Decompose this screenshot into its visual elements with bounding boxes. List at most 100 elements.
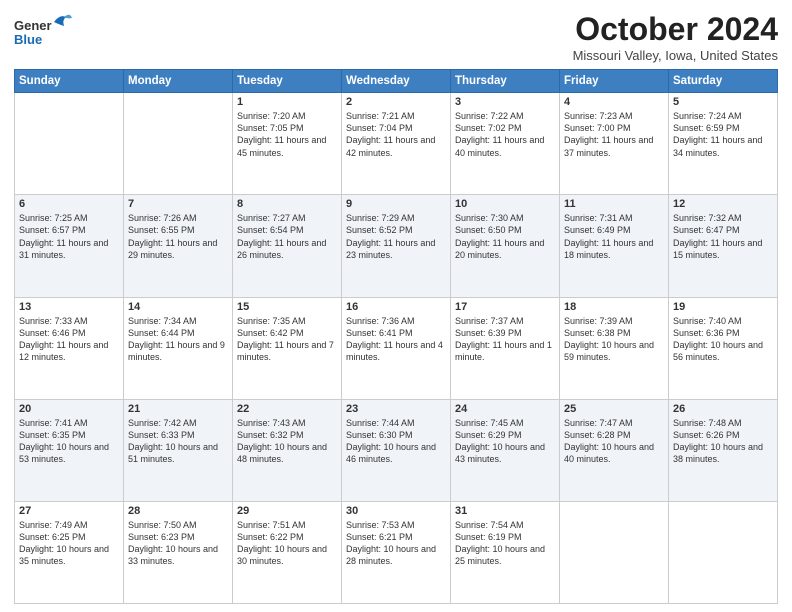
cell-details: Sunrise: 7:37 AMSunset: 6:39 PMDaylight:… xyxy=(455,315,555,364)
cell-details: Sunrise: 7:49 AMSunset: 6:25 PMDaylight:… xyxy=(19,519,119,568)
day-number: 15 xyxy=(237,301,337,313)
calendar-cell: 24 Sunrise: 7:45 AMSunset: 6:29 PMDayligh… xyxy=(451,399,560,501)
calendar-table: SundayMondayTuesdayWednesdayThursdayFrid… xyxy=(14,69,778,604)
day-number: 2 xyxy=(346,96,446,108)
day-number: 23 xyxy=(346,403,446,415)
day-number: 16 xyxy=(346,301,446,313)
calendar-cell: 31Sunrise: 7:54 AMSunset: 6:19 PMDayligh… xyxy=(451,501,560,603)
page: General Blue October 2024 Missouri Valle… xyxy=(0,0,792,612)
day-number: 30 xyxy=(346,505,446,517)
calendar-cell: 22 Sunrise: 7:43 AMSunset: 6:32 PMDayligh… xyxy=(233,399,342,501)
calendar-cell: 7 Sunrise: 7:26 AMSunset: 6:55 PMDaylight… xyxy=(124,195,233,297)
cell-details: Sunrise: 7:45 AMSunset: 6:29 PMDaylight:… xyxy=(455,417,555,466)
day-header-thursday: Thursday xyxy=(451,70,560,93)
cell-details: Sunrise: 7:50 AMSunset: 6:23 PMDaylight:… xyxy=(128,519,228,568)
cell-details: Sunrise: 7:30 AMSunset: 6:50 PMDaylight:… xyxy=(455,212,555,261)
day-number: 5 xyxy=(673,96,773,108)
cell-details: Sunrise: 7:29 AMSunset: 6:52 PMDaylight:… xyxy=(346,212,446,261)
day-number: 19 xyxy=(673,301,773,313)
day-number: 3 xyxy=(455,96,555,108)
day-number: 28 xyxy=(128,505,228,517)
cell-details: Sunrise: 7:24 AMSunset: 6:59 PMDaylight:… xyxy=(673,110,773,159)
cell-details: Sunrise: 7:33 AMSunset: 6:46 PMDaylight:… xyxy=(19,315,119,364)
day-number: 24 xyxy=(455,403,555,415)
calendar-cell: 5 Sunrise: 7:24 AMSunset: 6:59 PMDaylight… xyxy=(669,93,778,195)
location: Missouri Valley, Iowa, United States xyxy=(573,48,778,63)
cell-details: Sunrise: 7:43 AMSunset: 6:32 PMDaylight:… xyxy=(237,417,337,466)
day-header-monday: Monday xyxy=(124,70,233,93)
day-number: 8 xyxy=(237,198,337,210)
cell-details: Sunrise: 7:31 AMSunset: 6:49 PMDaylight:… xyxy=(564,212,664,261)
calendar-cell: 8 Sunrise: 7:27 AMSunset: 6:54 PMDaylight… xyxy=(233,195,342,297)
day-number: 18 xyxy=(564,301,664,313)
logo-bird-icon xyxy=(52,12,72,32)
cell-details: Sunrise: 7:25 AMSunset: 6:57 PMDaylight:… xyxy=(19,212,119,261)
day-number: 6 xyxy=(19,198,119,210)
calendar-cell: 27 Sunrise: 7:49 AMSunset: 6:25 PMDayligh… xyxy=(15,501,124,603)
day-number: 25 xyxy=(564,403,664,415)
calendar-cell: 3Sunrise: 7:22 AMSunset: 7:02 PMDaylight… xyxy=(451,93,560,195)
day-header-saturday: Saturday xyxy=(669,70,778,93)
calendar-cell: 16 Sunrise: 7:36 AMSunset: 6:41 PMDayligh… xyxy=(342,297,451,399)
calendar-cell: 9 Sunrise: 7:29 AMSunset: 6:52 PMDaylight… xyxy=(342,195,451,297)
calendar-cell: 20 Sunrise: 7:41 AMSunset: 6:35 PMDayligh… xyxy=(15,399,124,501)
calendar-cell: 12Sunrise: 7:32 AMSunset: 6:47 PMDayligh… xyxy=(669,195,778,297)
day-number: 9 xyxy=(346,198,446,210)
cell-details: Sunrise: 7:41 AMSunset: 6:35 PMDaylight:… xyxy=(19,417,119,466)
calendar-cell: 11Sunrise: 7:31 AMSunset: 6:49 PMDayligh… xyxy=(560,195,669,297)
calendar-cell xyxy=(124,93,233,195)
cell-details: Sunrise: 7:27 AMSunset: 6:54 PMDaylight:… xyxy=(237,212,337,261)
calendar-cell: 14Sunrise: 7:34 AMSunset: 6:44 PMDayligh… xyxy=(124,297,233,399)
calendar-cell: 26 Sunrise: 7:48 AMSunset: 6:26 PMDayligh… xyxy=(669,399,778,501)
calendar-cell: 28 Sunrise: 7:50 AMSunset: 6:23 PMDayligh… xyxy=(124,501,233,603)
day-number: 22 xyxy=(237,403,337,415)
cell-details: Sunrise: 7:44 AMSunset: 6:30 PMDaylight:… xyxy=(346,417,446,466)
day-number: 13 xyxy=(19,301,119,313)
day-number: 17 xyxy=(455,301,555,313)
cell-details: Sunrise: 7:21 AMSunset: 7:04 PMDaylight:… xyxy=(346,110,446,159)
calendar-cell: 2 Sunrise: 7:21 AMSunset: 7:04 PMDaylight… xyxy=(342,93,451,195)
calendar-cell: 15Sunrise: 7:35 AMSunset: 6:42 PMDayligh… xyxy=(233,297,342,399)
calendar-cell: 19Sunrise: 7:40 AMSunset: 6:36 PMDayligh… xyxy=(669,297,778,399)
day-number: 4 xyxy=(564,96,664,108)
cell-details: Sunrise: 7:48 AMSunset: 6:26 PMDaylight:… xyxy=(673,417,773,466)
day-number: 26 xyxy=(673,403,773,415)
cell-details: Sunrise: 7:34 AMSunset: 6:44 PMDaylight:… xyxy=(128,315,228,364)
cell-details: Sunrise: 7:47 AMSunset: 6:28 PMDaylight:… xyxy=(564,417,664,466)
calendar-cell: 6 Sunrise: 7:25 AMSunset: 6:57 PMDaylight… xyxy=(15,195,124,297)
calendar-cell xyxy=(560,501,669,603)
cell-details: Sunrise: 7:53 AMSunset: 6:21 PMDaylight:… xyxy=(346,519,446,568)
cell-details: Sunrise: 7:39 AMSunset: 6:38 PMDaylight:… xyxy=(564,315,664,364)
header: General Blue October 2024 Missouri Valle… xyxy=(14,12,778,63)
calendar-cell: 1Sunrise: 7:20 AMSunset: 7:05 PMDaylight… xyxy=(233,93,342,195)
day-number: 21 xyxy=(128,403,228,415)
cell-details: Sunrise: 7:23 AMSunset: 7:00 PMDaylight:… xyxy=(564,110,664,159)
day-number: 7 xyxy=(128,198,228,210)
month-title: October 2024 xyxy=(573,12,778,47)
calendar-cell xyxy=(669,501,778,603)
day-header-friday: Friday xyxy=(560,70,669,93)
calendar-cell: 4 Sunrise: 7:23 AMSunset: 7:00 PMDaylight… xyxy=(560,93,669,195)
calendar-cell: 17 Sunrise: 7:37 AMSunset: 6:39 PMDayligh… xyxy=(451,297,560,399)
calendar-cell: 18 Sunrise: 7:39 AMSunset: 6:38 PMDayligh… xyxy=(560,297,669,399)
day-number: 27 xyxy=(19,505,119,517)
day-number: 10 xyxy=(455,198,555,210)
day-header-wednesday: Wednesday xyxy=(342,70,451,93)
logo-icon: General Blue xyxy=(14,12,52,50)
day-header-sunday: Sunday xyxy=(15,70,124,93)
cell-details: Sunrise: 7:51 AMSunset: 6:22 PMDaylight:… xyxy=(237,519,337,568)
calendar-cell: 23 Sunrise: 7:44 AMSunset: 6:30 PMDayligh… xyxy=(342,399,451,501)
svg-text:Blue: Blue xyxy=(14,32,42,47)
cell-details: Sunrise: 7:54 AMSunset: 6:19 PMDaylight:… xyxy=(455,519,555,568)
svg-text:General: General xyxy=(14,18,52,33)
calendar-cell: 29 Sunrise: 7:51 AMSunset: 6:22 PMDayligh… xyxy=(233,501,342,603)
calendar-cell: 25 Sunrise: 7:47 AMSunset: 6:28 PMDayligh… xyxy=(560,399,669,501)
day-number: 29 xyxy=(237,505,337,517)
calendar-cell: 10 Sunrise: 7:30 AMSunset: 6:50 PMDayligh… xyxy=(451,195,560,297)
calendar-cell: 21Sunrise: 7:42 AMSunset: 6:33 PMDayligh… xyxy=(124,399,233,501)
cell-details: Sunrise: 7:36 AMSunset: 6:41 PMDaylight:… xyxy=(346,315,446,364)
calendar-cell xyxy=(15,93,124,195)
calendar-cell: 13 Sunrise: 7:33 AMSunset: 6:46 PMDayligh… xyxy=(15,297,124,399)
day-number: 20 xyxy=(19,403,119,415)
cell-details: Sunrise: 7:26 AMSunset: 6:55 PMDaylight:… xyxy=(128,212,228,261)
